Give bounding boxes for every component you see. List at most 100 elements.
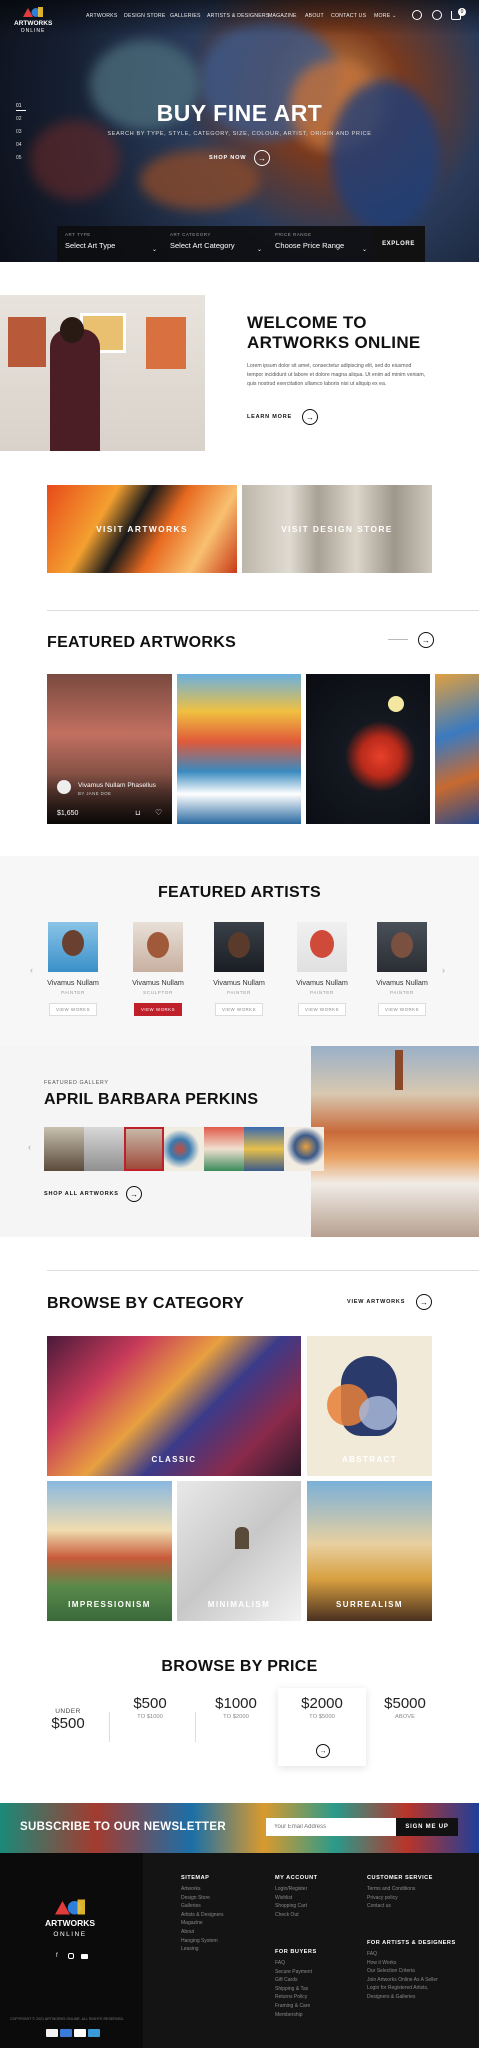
nav-contact[interactable]: CONTACT US — [331, 13, 366, 19]
price-above-5000[interactable]: $5000 ABOVE — [366, 1695, 444, 1775]
learn-more-link[interactable]: LEARN MORE — [247, 414, 292, 420]
gallery-thumbnail[interactable] — [244, 1127, 284, 1171]
account-link[interactable]: Login/Register — [275, 1885, 307, 1894]
artwork-card[interactable] — [435, 674, 479, 824]
arrow-left-icon[interactable] — [388, 639, 408, 640]
shop-all-artworks-link[interactable]: SHOP ALL ARTWORKS — [44, 1191, 119, 1197]
price-1000-2000[interactable]: $1000 TO $2000 — [197, 1695, 275, 1775]
sitemap-link[interactable]: Artworks — [181, 1885, 224, 1894]
youtube-icon[interactable] — [81, 1954, 88, 1959]
artists-link[interactable]: Designers & Galleries — [367, 1993, 438, 2002]
artist-card[interactable]: Vivamus Nullam PAINTER VIEW WORKS — [204, 922, 274, 1016]
artists-link[interactable]: FAQ — [367, 1950, 438, 1959]
user-icon[interactable] — [432, 10, 442, 20]
nav-artists-designers[interactable]: ARTISTS & DESIGNERS — [207, 13, 270, 19]
cart-icon[interactable]: ⊔ — [135, 809, 140, 817]
view-works-button[interactable]: VIEW WORKS — [298, 1003, 346, 1016]
nav-artworks[interactable]: ARTWORKS — [86, 13, 117, 19]
buyers-link[interactable]: Framing & Care — [275, 2002, 312, 2011]
buyers-link[interactable]: Returns Policy — [275, 1993, 312, 2002]
artist-card[interactable]: Vivamus Nullam SCULPTOR VIEW WORKS — [123, 922, 193, 1016]
heart-icon[interactable]: ♡ — [155, 808, 162, 817]
artists-link[interactable]: How it Works — [367, 1959, 438, 1968]
visit-artworks-banner[interactable]: VISIT ARTWORKS — [47, 485, 237, 573]
buyers-link[interactable]: Shipping & Tax — [275, 1985, 312, 1994]
arrow-right-icon[interactable]: → — [418, 632, 434, 648]
buyers-link[interactable]: Gift Cards — [275, 1976, 312, 1985]
chevron-right-icon[interactable]: › — [442, 965, 445, 975]
art-type-select[interactable]: ART TYPE Select Art Type ⌄ — [65, 232, 165, 253]
category-minimalism[interactable]: MINIMALISM — [177, 1481, 301, 1621]
account-link[interactable]: Shopping Cart — [275, 1902, 307, 1911]
artists-link[interactable]: Join Artworks Online As A Seller — [367, 1976, 438, 1985]
slide-indicator-5[interactable]: 05 — [16, 155, 22, 161]
category-classic[interactable]: CLASSIC — [47, 1336, 301, 1476]
price-2000-5000[interactable]: $2000 TO $5000 — [283, 1695, 361, 1775]
service-link[interactable]: Privacy policy — [367, 1894, 415, 1903]
arrow-right-icon[interactable]: → — [302, 409, 318, 425]
chevron-left-icon[interactable]: ‹ — [28, 1142, 31, 1152]
arrow-right-icon[interactable]: → — [254, 150, 270, 166]
artists-link[interactable]: Our Selection Criteria — [367, 1967, 438, 1976]
gallery-thumbnail[interactable] — [164, 1127, 204, 1171]
visit-design-store-banner[interactable]: VISIT DESIGN STORE — [242, 485, 432, 573]
gallery-thumbnail[interactable] — [44, 1127, 84, 1171]
sign-up-button[interactable]: SIGN ME UP — [396, 1818, 458, 1836]
sitemap-link[interactable]: Galleries — [181, 1902, 224, 1911]
chevron-left-icon[interactable]: ‹ — [30, 965, 33, 975]
price-range-select[interactable]: PRICE RANGE Choose Price Range ⌄ — [275, 232, 375, 253]
view-works-button[interactable]: VIEW WORKS — [378, 1003, 426, 1016]
artwork-card[interactable] — [177, 674, 301, 824]
artwork-card[interactable] — [306, 674, 430, 824]
art-category-select[interactable]: ART CATEGORY Select Art Category ⌄ — [170, 232, 270, 253]
sitemap-link[interactable]: Magazine — [181, 1919, 224, 1928]
sitemap-link[interactable]: Hanging System — [181, 1937, 224, 1946]
sitemap-link[interactable]: Artists & Designers — [181, 1911, 224, 1920]
buyers-link[interactable]: Membership — [275, 2011, 312, 2020]
arrow-right-icon[interactable]: → — [416, 1294, 432, 1310]
buyers-link[interactable]: FAQ — [275, 1959, 312, 1968]
footer-logo[interactable]: ARTWORKS ONLINE — [40, 1898, 100, 1940]
service-link[interactable]: Contact us — [367, 1902, 415, 1911]
gallery-thumbnail[interactable] — [284, 1127, 324, 1171]
category-impressionism[interactable]: IMPRESSIONISM — [47, 1481, 172, 1621]
gallery-thumbnail[interactable] — [204, 1127, 244, 1171]
view-works-button[interactable]: VIEW WORKS — [134, 1003, 182, 1016]
category-surrealism[interactable]: SURREALISM — [307, 1481, 432, 1621]
price-500-1000[interactable]: $500 TO $1000 — [111, 1695, 189, 1775]
explore-button[interactable]: EXPLORE — [372, 226, 425, 262]
view-artworks-link[interactable]: VIEW ARTWORKS — [347, 1299, 405, 1305]
nav-about[interactable]: ABOUT — [305, 13, 324, 19]
nav-galleries[interactable]: GALLERIES — [170, 13, 201, 19]
newsletter-email-input[interactable] — [266, 1818, 396, 1836]
slide-indicator-4[interactable]: 04 — [16, 142, 22, 148]
nav-design-store[interactable]: DESIGN STORE — [124, 13, 166, 19]
sitemap-link[interactable]: Leasing — [181, 1945, 224, 1954]
artists-link[interactable]: Login for Registered Artists, — [367, 1984, 438, 1993]
arrow-right-icon[interactable]: → — [126, 1186, 142, 1202]
account-link[interactable]: Check Out — [275, 1911, 307, 1920]
buyers-link[interactable]: Secure Payment — [275, 1968, 312, 1977]
artist-card[interactable]: Vivamus Nullam PAINTER VIEW WORKS — [367, 922, 437, 1016]
sitemap-link[interactable]: Design Store — [181, 1894, 224, 1903]
view-works-button[interactable]: VIEW WORKS — [49, 1003, 97, 1016]
artwork-card[interactable]: Vivamus Nullam Phasellus BY JANE DOE $1,… — [47, 674, 172, 824]
category-abstract[interactable]: ABSTRACT — [307, 1336, 432, 1476]
arrow-right-icon[interactable]: → — [316, 1744, 330, 1758]
site-logo[interactable]: ARTWORKS ONLINE — [14, 6, 52, 35]
gallery-thumbnail[interactable] — [84, 1127, 124, 1171]
artist-card[interactable]: Vivamus Nullam PAINTER VIEW WORKS — [287, 922, 357, 1016]
shop-now-link[interactable]: SHOP NOW — [209, 155, 246, 161]
view-works-button[interactable]: VIEW WORKS — [215, 1003, 263, 1016]
search-icon[interactable] — [412, 10, 422, 20]
instagram-icon[interactable] — [68, 1953, 74, 1959]
nav-more[interactable]: MORE ⌄ — [374, 13, 397, 19]
gallery-thumbnail-active[interactable] — [124, 1127, 164, 1171]
facebook-icon[interactable]: f — [56, 1953, 58, 1959]
sitemap-link[interactable]: About — [181, 1928, 224, 1937]
service-link[interactable]: Terms and Conditions — [367, 1885, 415, 1894]
price-under-500[interactable]: UNDER $500 — [29, 1708, 107, 1788]
account-link[interactable]: Wishlist — [275, 1894, 307, 1903]
nav-magazine[interactable]: MAGAZINE — [268, 13, 297, 19]
artist-card[interactable]: Vivamus Nullam PAINTER VIEW WORKS — [38, 922, 108, 1016]
